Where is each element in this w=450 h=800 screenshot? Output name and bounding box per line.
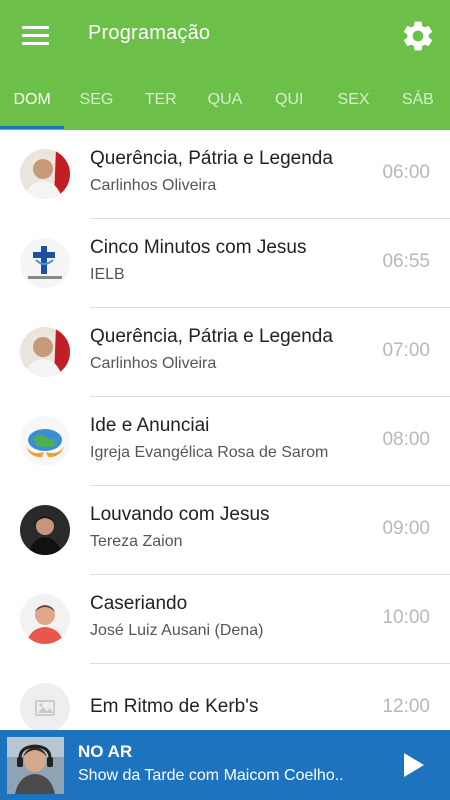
tab-sab[interactable]: SÁB	[386, 82, 450, 130]
program-time: 09:00	[382, 518, 430, 539]
program-list: Querência, Pátria e Legenda Carlinhos Ol…	[0, 130, 450, 753]
hamburger-menu-icon[interactable]	[22, 26, 50, 46]
program-name: Louvando com Jesus	[90, 504, 270, 525]
gear-icon[interactable]	[400, 18, 436, 54]
host-avatar	[20, 327, 70, 377]
program-host: José Luiz Ausani (Dena)	[90, 622, 264, 639]
tab-sex[interactable]: SEX	[321, 82, 385, 130]
tab-seg[interactable]: SEG	[64, 82, 128, 130]
current-show-title: Show da Tarde com Maicom Coelho..	[78, 767, 344, 784]
program-row[interactable]: Caseriando José Luiz Ausani (Dena) 10:00	[0, 575, 450, 664]
host-avatar	[20, 149, 70, 199]
image-placeholder-icon	[20, 683, 70, 733]
program-row[interactable]: Louvando com Jesus Tereza Zaion 09:00	[0, 486, 450, 575]
program-host: Igreja Evangélica Rosa de Sarom	[90, 444, 329, 461]
program-name: Caseriando	[90, 593, 188, 614]
tab-qui[interactable]: QUI	[257, 82, 321, 130]
church-logo	[20, 238, 70, 288]
host-avatar	[7, 737, 64, 794]
church-logo	[20, 416, 70, 466]
program-time: 08:00	[382, 429, 430, 450]
program-host: Carlinhos Oliveira	[90, 177, 217, 194]
program-row[interactable]: Ide e Anunciai Igreja Evangélica Rosa de…	[0, 397, 450, 486]
program-name: Querência, Pátria e Legenda	[90, 148, 333, 169]
program-row[interactable]: Querência, Pátria e Legenda Carlinhos Ol…	[0, 308, 450, 397]
program-row[interactable]: Querência, Pátria e Legenda Carlinhos Ol…	[0, 130, 450, 219]
host-avatar	[20, 594, 70, 644]
on-air-label: NO AR	[78, 742, 133, 761]
program-time: 06:55	[382, 251, 430, 272]
day-tabs: DOM SEG TER QUA QUI SEX SÁB	[0, 82, 450, 130]
tab-ter[interactable]: TER	[129, 82, 193, 130]
app-bar: Programação DOM SEG TER QUA QUI SEX SÁB	[0, 0, 450, 130]
tab-qua[interactable]: QUA	[193, 82, 257, 130]
program-time: 07:00	[382, 340, 430, 361]
program-time: 06:00	[382, 162, 430, 183]
host-avatar	[20, 505, 70, 555]
program-host: Carlinhos Oliveira	[90, 355, 217, 372]
program-row[interactable]: Cinco Minutos com Jesus IELB 06:55	[0, 219, 450, 308]
program-name: Cinco Minutos com Jesus	[90, 237, 307, 258]
program-name: Ide e Anunciai	[90, 415, 210, 436]
program-name: Em Ritmo de Kerb's	[90, 696, 259, 717]
program-host: Tereza Zaion	[90, 533, 183, 550]
program-time: 10:00	[382, 607, 430, 628]
page-title: Programação	[88, 22, 211, 44]
play-icon[interactable]	[400, 750, 428, 780]
program-host: IELB	[90, 266, 125, 283]
tab-dom[interactable]: DOM	[0, 82, 65, 130]
now-playing-bar[interactable]: NO AR Show da Tarde com Maicom Coelho..	[0, 730, 450, 800]
program-name: Querência, Pátria e Legenda	[90, 326, 333, 347]
program-time: 12:00	[382, 696, 430, 717]
